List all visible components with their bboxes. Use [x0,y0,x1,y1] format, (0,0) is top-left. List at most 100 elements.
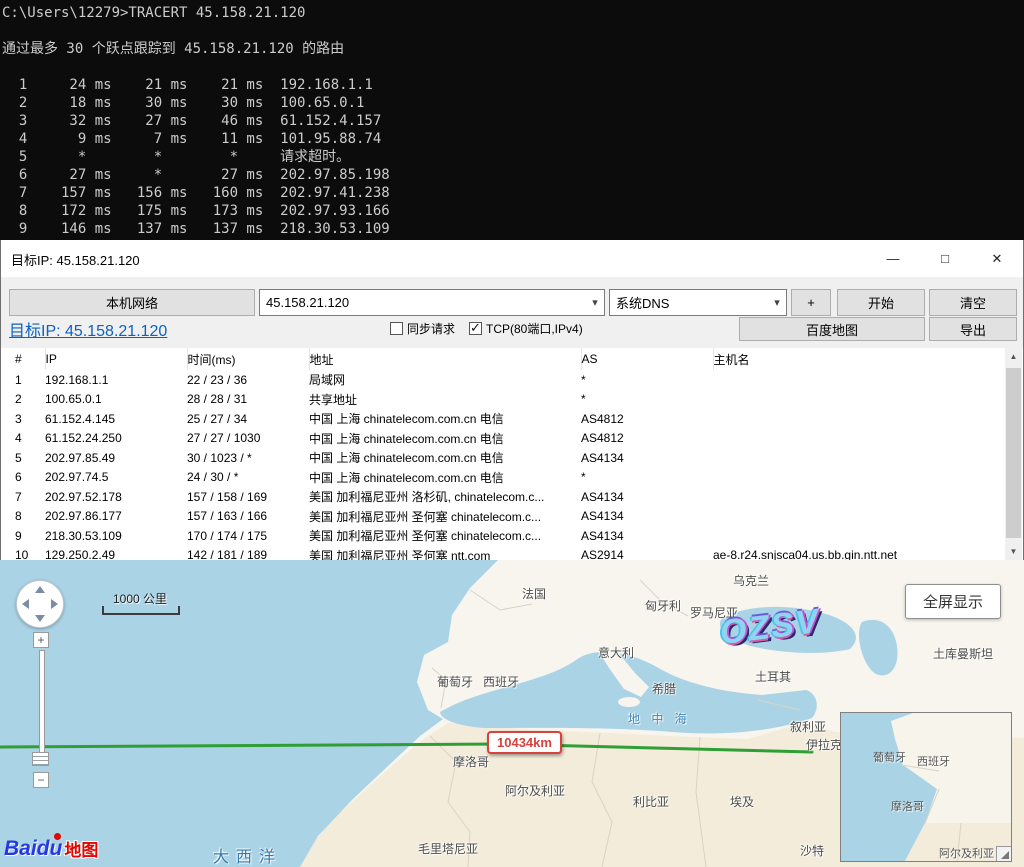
terminal-line: 1 24 ms 21 ms 21 ms 192.168.1.1 [2,76,1024,94]
table-scrollbar[interactable]: ▲ ▼ [1005,348,1022,560]
minimap-label-morocco: 摩洛哥 [891,798,924,814]
target-ip-value: 45.158.21.120 [260,295,586,310]
table-row[interactable]: 7202.97.52.178157 / 158 / 169美国 加利福尼亚州 洛… [15,487,981,507]
table-row[interactable]: 5202.97.85.4930 / 1023 / *中国 上海 chinatel… [15,448,981,468]
window-controls: — □ ✕ [867,240,1023,277]
baidu-map-panel[interactable]: 1000 公里 + − 全屏显示 10434km OZSV 乌克兰 法国 匈牙利… [0,560,1024,867]
checkbox-unchecked-icon[interactable] [390,322,403,335]
chevron-down-icon[interactable]: ▾ [586,296,604,309]
pan-down-icon[interactable] [35,615,45,622]
terminal-line: 4 9 ms 7 ms 11 ms 101.95.88.74 [2,130,1024,148]
terminal-window: C:\Users\12279>TRACERT 45.158.21.120 通过最… [0,0,1024,240]
window-title: 目标IP: 45.158.21.120 [11,250,140,269]
add-target-button[interactable]: + [791,289,831,316]
start-button[interactable]: 开始 [837,289,925,316]
distance-badge: 10434km [487,731,562,754]
table-row[interactable]: 9218.30.53.109170 / 174 / 175美国 加利福尼亚州 圣… [15,526,981,546]
paw-icon [54,833,61,840]
tracer-app-window: 目标IP: 45.158.21.120 — □ ✕ 本机网络 45.158.21… [0,240,1024,560]
sync-request-checkbox[interactable]: 同步请求 [390,320,455,337]
terminal-line: 6 27 ms * 27 ms 202.97.85.198 [2,166,1024,184]
dns-value: 系统DNS [610,293,768,312]
scroll-up-icon[interactable]: ▲ [1005,348,1022,365]
zoom-in-button[interactable]: + [33,632,49,648]
map-label-italy: 意大利 [598,644,634,661]
table-row[interactable]: 1192.168.1.122 / 23 / 36局域网* [15,370,981,390]
col-header-time[interactable]: 时间(ms) [187,348,309,370]
baidu-logo-suffix: 地图 [64,836,98,861]
terminal-line: 2 18 ms 30 ms 30 ms 100.65.0.1 [2,94,1024,112]
table-row[interactable]: 8202.97.86.177157 / 163 / 166美国 加利福尼亚州 圣… [15,507,981,527]
checkbox-checked-icon[interactable]: ✓ [469,322,482,335]
sync-request-label: 同步请求 [407,320,455,337]
map-label-algeria: 阿尔及利亚 [505,782,565,799]
terminal-line: 8 172 ms 175 ms 173 ms 202.97.93.166 [2,202,1024,220]
scrollbar-thumb[interactable] [1006,368,1021,538]
local-network-button[interactable]: 本机网络 [9,289,255,316]
title-bar: 目标IP: 45.158.21.120 — □ ✕ [1,240,1023,277]
pan-up-icon[interactable] [35,586,45,593]
map-label-mauritania: 毛里塔尼亚 [418,840,478,857]
minimap-label-algeria: 阿尔及利亚 [939,845,994,861]
minimize-button[interactable]: — [867,240,919,277]
terminal-line: 5 * * * 请求超时。 [2,148,1024,166]
minimap-terrain [841,713,1011,861]
terminal-line: 7 157 ms 156 ms 160 ms 202.97.41.238 [2,184,1024,202]
minimap-label-portugal: 葡萄牙 [873,749,906,765]
minimap-toggle-button[interactable] [996,846,1011,861]
map-label-portugal: 葡萄牙 [437,673,473,690]
map-label-atlantic: 大西洋 [213,843,282,867]
fullscreen-button[interactable]: 全屏显示 [905,584,1001,619]
chevron-down-icon[interactable]: ▾ [768,296,786,309]
map-scale-bar [102,606,180,615]
screen: { "colors": { "route_green": "#2f9e34", … [0,0,1024,867]
baidu-logo: Baidu 地图 [4,836,98,861]
map-label-spain: 西班牙 [483,673,519,690]
pan-left-icon[interactable] [22,599,29,609]
col-header-as[interactable]: AS [581,348,713,370]
map-label-greece: 希腊 [652,680,676,697]
scroll-down-icon[interactable]: ▼ [1005,543,1022,560]
map-label-mediterranean: 地 中 海 [628,710,691,727]
terminal-line [2,22,1024,40]
map-label-hungary: 匈牙利 [645,597,681,614]
table-header-row: # IP 时间(ms) 地址 AS 主机名 [15,348,981,370]
zoom-slider-track[interactable] [39,650,45,755]
zoom-slider-handle[interactable] [32,752,49,766]
table-row[interactable]: 6202.97.74.524 / 30 / *中国 上海 chinateleco… [15,468,981,488]
hops-table: # IP 时间(ms) 地址 AS 主机名 1192.168.1.122 / 2… [15,348,981,560]
close-button[interactable]: ✕ [971,240,1023,277]
tcp-port-label: TCP(80端口,IPv4) [486,320,583,337]
zoom-out-button[interactable]: − [33,772,49,788]
map-scale-label: 1000 公里 [100,590,180,607]
hops-table-area: # IP 时间(ms) 地址 AS 主机名 1192.168.1.122 / 2… [1,348,1023,560]
target-ip-link[interactable]: 目标IP: 45.158.21.120 [9,317,167,341]
map-label-turkmenistan: 土库曼斯坦 [933,645,993,662]
minimap-label-spain: 西班牙 [917,753,950,769]
clear-button[interactable]: 清空 [929,289,1017,316]
col-header-address[interactable]: 地址 [309,348,581,370]
table-row[interactable]: 361.152.4.14525 / 27 / 34中国 上海 chinatele… [15,409,981,429]
terminal-line [2,58,1024,76]
col-header-ip[interactable]: IP [45,348,187,370]
baidu-logo-text: Baidu [4,837,62,861]
pan-right-icon[interactable] [51,599,58,609]
col-header-host[interactable]: 主机名 [713,348,981,370]
pan-compass-control[interactable] [16,580,64,628]
dns-combobox[interactable]: 系统DNS ▾ [609,289,787,316]
table-row[interactable]: 2100.65.0.128 / 28 / 31共享地址* [15,390,981,410]
map-label-syria: 叙利亚 [790,718,826,735]
map-label-morocco: 摩洛哥 [453,753,489,770]
baidu-map-button[interactable]: 百度地图 [739,317,925,341]
map-label-iraq: 伊拉克 [806,736,842,753]
table-row[interactable]: 10129.250.2.49142 / 181 / 189美国 加利福尼亚州 圣… [15,546,981,561]
terminal-line: 通过最多 30 个跃点跟踪到 45.158.21.120 的路由 [2,40,1024,58]
tcp-port-checkbox[interactable]: ✓ TCP(80端口,IPv4) [469,320,583,337]
col-header-hop[interactable]: # [15,348,45,370]
overview-minimap[interactable]: 葡萄牙 西班牙 摩洛哥 阿尔及利亚 [840,712,1012,862]
table-row[interactable]: 461.152.24.25027 / 27 / 1030中国 上海 chinat… [15,429,981,449]
maximize-button[interactable]: □ [919,240,971,277]
target-ip-combobox[interactable]: 45.158.21.120 ▾ [259,289,605,316]
map-label-ukraine: 乌克兰 [733,572,769,589]
export-button[interactable]: 导出 [929,317,1017,341]
